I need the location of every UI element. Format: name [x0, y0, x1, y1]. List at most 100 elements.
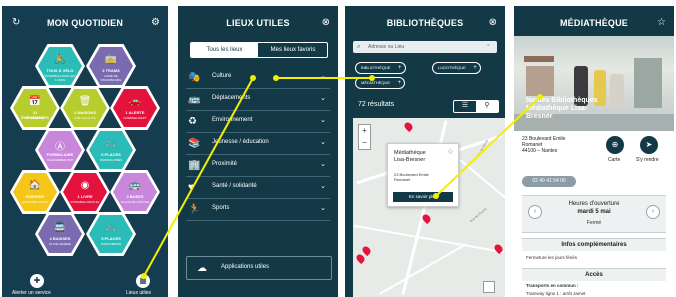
phone-button[interactable]: 02 40 41 54 00: [522, 176, 576, 187]
screen-lieux-utiles: LIEUX UTILES ⊗ Tous les lieux Mes lieux …: [178, 6, 338, 297]
address-block: 23 Boulevard Emile Romanet 44100 – Nante…: [522, 136, 566, 154]
menu-item-proximite[interactable]: 🏢 Proximité ⌄: [186, 154, 330, 177]
tab-all-places[interactable]: Tous les lieux: [191, 43, 258, 57]
screen-bibliotheques: BIBLIOTHÈQUES ⊗ ⌕ Adresse ou Lieu ◦ BIBL…: [345, 6, 505, 297]
chevron-right-icon[interactable]: ›: [646, 205, 660, 219]
map-view-icon[interactable]: ⚲: [476, 101, 498, 112]
menu-item-deplacements[interactable]: 🚌 Déplacements ⌄: [186, 88, 330, 111]
screen-title: MÉDIATHÈQUE: [559, 18, 629, 28]
menu-item-culture[interactable]: 🎭 Culture ⌄: [186, 66, 330, 89]
menu-item-environnement[interactable]: ♻ Environnement ⌄: [186, 110, 330, 133]
map-icon[interactable]: ⊕: [606, 136, 624, 154]
locate-icon[interactable]: [483, 281, 495, 293]
books-icon: 📚: [188, 138, 201, 149]
tab-favorite-places[interactable]: Mes lieux favoris: [259, 43, 327, 57]
screen-mediatheque: MÉDIATHÈQUE ☆ Nantes Bibliothèques Média…: [514, 6, 674, 297]
street-label: Rue de l'Ouche: [469, 206, 488, 224]
info-text: Fermeture les jours fériés: [526, 255, 578, 260]
plus-icon: +: [473, 65, 477, 71]
hex-tile[interactable]: ◉ 1 LIVRE POSSIBLE DANS 2H: [60, 170, 110, 214]
hex-tile[interactable]: 🏠 ENERGIE QUARTIER OUEST: [10, 170, 60, 214]
directions-label: S'y rendre: [636, 157, 659, 163]
section-infos: Infos complémentaires: [522, 238, 666, 251]
recycle-icon: ♻: [188, 116, 197, 127]
plus-icon: +: [398, 65, 402, 71]
zoom-in-button[interactable]: +: [359, 125, 370, 136]
hex-tile[interactable]: 🗑 2 MAISONS PAR LOCALITÉ: [60, 86, 110, 130]
runner-icon: 🏃: [188, 204, 201, 215]
list-view-icon[interactable]: ☰: [454, 101, 476, 112]
search-input[interactable]: ⌕ Adresse ou Lieu ◦: [353, 41, 497, 53]
transport-line: Tramway ligne 1 : arrêt Jamet: [526, 291, 586, 296]
letter-a-icon: Ⓐ: [55, 142, 65, 153]
filter-chip-ludotheque[interactable]: LUDOTHÈQUE +: [432, 62, 481, 74]
bus-icon: 🚌: [188, 94, 201, 105]
chevron-down-icon: ⌄: [320, 117, 326, 124]
screen-mon-quotidien: ↻ MON QUOTIDIEN ⚙ 🚴 TOUS À VÉLO POSSIBLE…: [2, 6, 168, 297]
useful-apps-button[interactable]: ☁ Applications utiles: [186, 256, 332, 280]
hex-tile[interactable]: 🚋 3 TRAMS GARE DE STRASBOURG: [86, 44, 136, 88]
chevron-down-icon: ⌄: [320, 161, 326, 168]
menu-item-sante[interactable]: ♥ Santé / solidarité ⌄: [186, 176, 330, 199]
section-acces: Accès: [522, 268, 666, 281]
theater-icon: 🎭: [188, 72, 201, 83]
alert-service-button[interactable]: ✚: [30, 274, 44, 288]
zoom-control: + −: [358, 124, 371, 150]
useful-places-label: Lieux utiles: [126, 290, 152, 296]
transport-heading: Transports en commun :: [526, 283, 579, 288]
screen-title: LIEUX UTILES: [226, 18, 290, 28]
hex-tile[interactable]: 🚌 3 BUSES PLACE DE L'ÉTOILE: [110, 170, 160, 214]
menu-item-sports[interactable]: 🏃 Sports ⌄: [186, 198, 330, 221]
house-icon: 🏠: [28, 180, 42, 191]
photo-caption: Nantes Bibliothèques Médiathèque Lisa-Br…: [526, 97, 598, 120]
cloud-icon: ☁: [197, 263, 207, 274]
map-label: Carte: [608, 157, 621, 163]
hex-tile[interactable]: Ⓐ FORMULAIRE CALENDRIER POP: [35, 128, 85, 172]
chevron-down-icon: ⌄: [320, 139, 326, 146]
map-popup: Médiathèque Lisa-Bresner ☆ 23 Boulevard E…: [387, 143, 459, 207]
bus-icon: 🚍: [53, 222, 67, 233]
trash-icon: 🗑: [78, 96, 92, 107]
chevron-down-icon: ⌄: [320, 95, 326, 102]
star-icon[interactable]: ☆: [447, 147, 454, 156]
bike-icon: 🚴: [53, 54, 67, 65]
menu-item-jeunesse[interactable]: 📚 Jeunesse / éducation ⌄: [186, 132, 330, 155]
hex-tile[interactable]: 🚗 1 ALERTE CRIMINEL/RAPT: [110, 86, 160, 130]
directions-icon[interactable]: ➤: [640, 136, 658, 154]
hex-tile[interactable]: 🚲 0 PLACES PARKING PRÈS: [86, 128, 136, 172]
chevron-down-icon: ⌄: [320, 205, 326, 212]
chevron-down-icon: ⌄: [320, 183, 326, 190]
header: MÉDIATHÈQUE ☆: [514, 6, 674, 36]
star-icon[interactable]: ☆: [657, 18, 666, 28]
hex-tile[interactable]: 📅 21 ÉVÈNEMENTS CE WEEK-END: [10, 86, 60, 130]
filter-chip-mediatheque[interactable]: MÉDIATHÈQUE +: [355, 77, 406, 89]
bicycle-icon: 🚲: [104, 138, 118, 149]
zoom-out-button[interactable]: −: [359, 137, 370, 148]
settings-icon[interactable]: ⊗: [322, 18, 330, 28]
building-icon: 🏢: [188, 160, 201, 171]
chevron-down-icon: ⌄: [320, 73, 326, 80]
hex-tile[interactable]: 🚲 5 PLACES DISPONIBLES: [86, 212, 136, 256]
view-toggle: ☰ ⚲: [453, 100, 499, 113]
clear-icon[interactable]: ◦: [487, 42, 489, 49]
opening-hours: ‹ Heures d'ouverture mardi 5 mai Fermé ›: [522, 195, 666, 233]
results-count: 72 résultats: [358, 101, 395, 108]
screen-title: BIBLIOTHÈQUES: [386, 18, 464, 28]
car-icon: 🚗: [128, 96, 142, 107]
circle-icon: ◉: [80, 180, 90, 191]
tram-icon: 🚋: [104, 54, 118, 65]
bicycle-icon: 🚲: [104, 222, 118, 233]
bus-icon: 🚌: [128, 180, 142, 191]
hex-tile[interactable]: 🚴 TOUS À VÉLO POSSIBLE DANS LES 1 MINS: [35, 44, 85, 88]
search-icon: ⌕: [357, 44, 361, 50]
screen-title: MON QUOTIDIEN: [46, 18, 124, 28]
hex-tile[interactable]: 🚍 4 BAISSES PLUIE LÉGÈRE: [35, 212, 85, 256]
heart-icon: ♥: [188, 182, 194, 193]
places-filter-segment: Tous les lieux Mes lieux favoris: [190, 42, 328, 58]
gear-icon[interactable]: ⚙: [151, 18, 160, 28]
calendar-icon: 📅: [28, 96, 42, 107]
filter-chip-bibliotheque[interactable]: BIBLIOTHÈQUE +: [355, 62, 406, 74]
useful-places-button[interactable]: ▦: [136, 274, 150, 288]
more-info-button[interactable]: En savoir plus: [393, 192, 453, 202]
settings-icon[interactable]: ⊗: [489, 18, 497, 28]
